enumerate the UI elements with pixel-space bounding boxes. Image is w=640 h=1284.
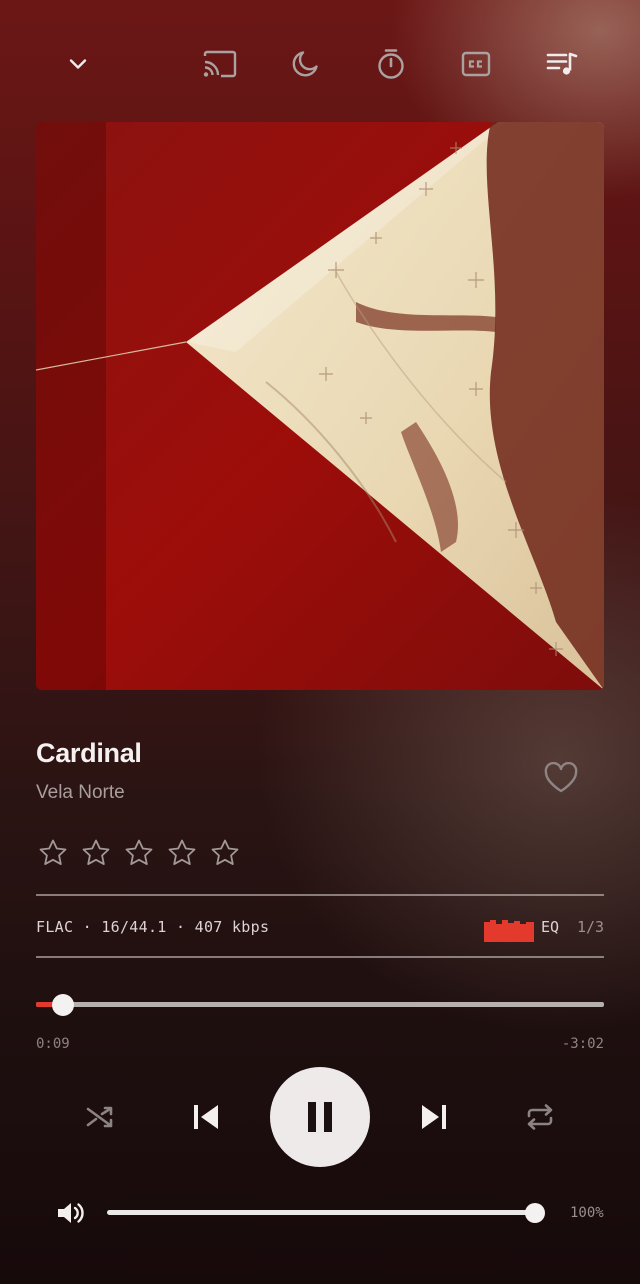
- volume-thumb[interactable]: [525, 1203, 545, 1223]
- divider-bottom: [36, 956, 604, 958]
- repeat-icon: [527, 1104, 553, 1130]
- previous-button[interactable]: [182, 1093, 230, 1141]
- queue-button[interactable]: [538, 40, 586, 88]
- volume-icon: [58, 1203, 84, 1223]
- seek-bar[interactable]: [36, 1002, 604, 1007]
- skip-next-icon: [422, 1105, 446, 1129]
- divider-top: [36, 894, 604, 896]
- track-title: Cardinal: [36, 738, 142, 768]
- captions-button[interactable]: [452, 40, 500, 88]
- pause-icon: [308, 1102, 332, 1132]
- star-icon[interactable]: [210, 838, 240, 868]
- timer-icon: [378, 49, 404, 79]
- skip-previous-icon: [194, 1105, 218, 1129]
- seek-thumb[interactable]: [51, 994, 74, 1016]
- mute-button[interactable]: [46, 1189, 94, 1237]
- eq-button[interactable]: EQ: [541, 918, 559, 936]
- elapsed-time: 0:09: [36, 1036, 70, 1052]
- audio-format-info: FLAC · 16/44.1 · 407 kbps: [36, 918, 270, 936]
- repeat-button[interactable]: [516, 1093, 564, 1141]
- queue-icon: [546, 52, 578, 75]
- cast-icon: [203, 50, 237, 78]
- page-indicator: 1/3: [577, 918, 605, 936]
- track-artist[interactable]: Vela Norte: [36, 782, 125, 804]
- volume-percent: 100%: [570, 1205, 604, 1221]
- chevron-down-icon: [69, 59, 87, 69]
- eq-visualizer-icon: [484, 920, 534, 942]
- closed-captions-icon: [461, 51, 491, 77]
- sleep-moon-icon: [292, 51, 318, 77]
- timer-button[interactable]: [367, 40, 415, 88]
- album-art: [36, 122, 604, 690]
- next-button[interactable]: [410, 1093, 458, 1141]
- star-icon[interactable]: [124, 838, 154, 868]
- rating-stars: [38, 838, 240, 868]
- collapse-button[interactable]: [54, 40, 102, 88]
- favorite-button[interactable]: [537, 754, 585, 802]
- remaining-time: -3:02: [561, 1036, 604, 1052]
- star-icon[interactable]: [167, 838, 197, 868]
- sleep-button[interactable]: [281, 40, 329, 88]
- star-icon[interactable]: [81, 838, 111, 868]
- volume-slider[interactable]: [107, 1210, 535, 1215]
- heart-icon: [544, 762, 578, 793]
- cast-button[interactable]: [196, 40, 244, 88]
- shuffle-icon: [86, 1106, 113, 1128]
- shuffle-button[interactable]: [76, 1093, 124, 1141]
- star-icon[interactable]: [38, 838, 68, 868]
- play-pause-button[interactable]: [270, 1067, 370, 1167]
